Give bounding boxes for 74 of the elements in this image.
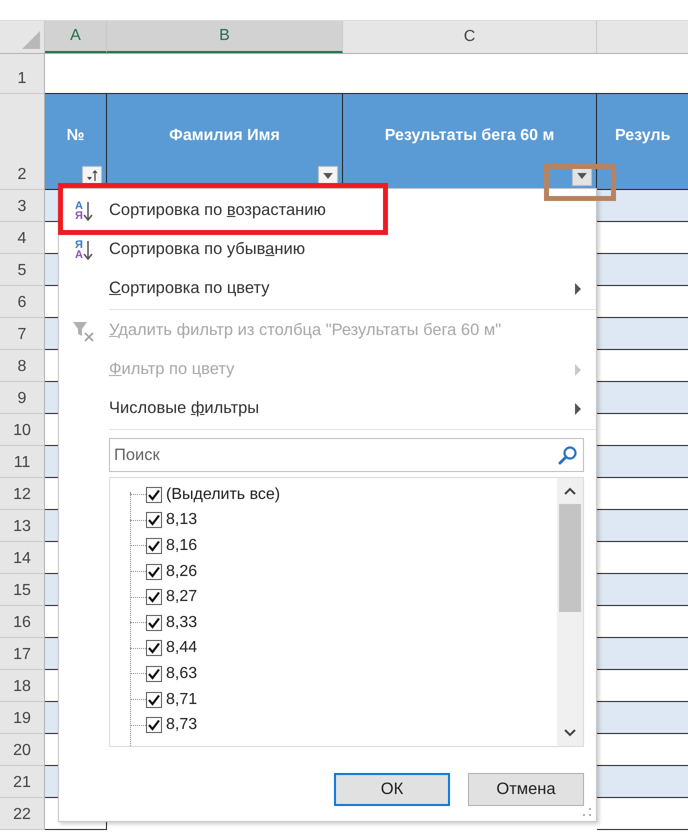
checkbox[interactable] — [146, 640, 162, 656]
value-label: 8,63 — [166, 664, 198, 683]
search-icon[interactable] — [558, 445, 578, 465]
menu-item-label: Сортировка по возрастанию — [109, 201, 327, 220]
header-text: Резуль — [615, 126, 670, 144]
row-number[interactable]: 15 — [0, 574, 45, 606]
row-number[interactable]: 22 — [0, 798, 45, 830]
scroll-down-icon[interactable] — [563, 728, 577, 738]
checkbox[interactable] — [146, 512, 162, 528]
checkbox[interactable] — [146, 717, 162, 734]
row-number[interactable]: 2 — [0, 94, 45, 190]
row-number[interactable]: 1 — [0, 54, 45, 94]
checkbox[interactable] — [146, 666, 162, 682]
menu-item-label: Фильтр по цвету — [109, 360, 236, 379]
sort-icon — [84, 168, 100, 184]
value-label: 8,73 — [166, 716, 198, 734]
menu-item-label: Сортировка по убыванию — [109, 240, 306, 259]
menu-item[interactable]: Сортировка по цвету — [59, 269, 596, 308]
column-header[interactable]: B — [107, 21, 343, 53]
value-label: 8,13 — [166, 511, 198, 530]
dialog-button[interactable]: ОК — [334, 773, 450, 806]
checkbox[interactable] — [146, 538, 162, 554]
caret-icon — [323, 173, 333, 179]
checkbox[interactable] — [146, 564, 162, 580]
row-number[interactable]: 4 — [0, 222, 45, 254]
column-header[interactable]: C — [343, 21, 597, 53]
menu-item-label: Числовые фильтры — [109, 399, 260, 418]
dialog-button[interactable]: Отмена — [468, 773, 584, 806]
row-number[interactable]: 12 — [0, 478, 45, 510]
row-number[interactable]: 11 — [0, 446, 45, 478]
checkbox[interactable] — [146, 486, 162, 503]
row-number[interactable]: 16 — [0, 606, 45, 638]
menu-item-label: Удалить фильтр из столбца "Результаты бега 60 м" — [109, 321, 502, 340]
submenu-arrow-icon — [574, 402, 582, 414]
resize-grip-icon[interactable] — [582, 807, 592, 817]
value-label: 8,27 — [166, 588, 198, 606]
column-header[interactable]: A — [45, 21, 107, 53]
row-number[interactable]: 18 — [0, 670, 45, 702]
row-number[interactable]: 21 — [0, 766, 45, 798]
header-text: Результаты бега 60 м — [384, 126, 554, 144]
header-text: № — [66, 126, 84, 144]
menu-item[interactable]: Я А Сортировка по убыванию — [59, 230, 596, 269]
scrollbar[interactable] — [557, 478, 583, 746]
value-label: (Выделить все) — [166, 486, 280, 504]
row-number[interactable]: 17 — [0, 638, 45, 670]
value-label: 8,33 — [166, 614, 198, 632]
scroll-up-icon[interactable] — [563, 486, 577, 496]
checkbox[interactable] — [146, 692, 162, 708]
menu-item[interactable]: А Я Сортировка по возрастанию — [59, 191, 596, 230]
row-number[interactable]: 3 — [0, 190, 45, 222]
row-number[interactable]: 7 — [0, 318, 45, 350]
checkbox[interactable] — [146, 614, 162, 631]
submenu-arrow-icon — [574, 282, 582, 294]
header-text: Фамилия Имя — [169, 126, 280, 144]
menu-item[interactable]: Числовые фильтры — [59, 389, 596, 428]
row-number[interactable]: 8 — [0, 350, 45, 382]
row-number[interactable]: 19 — [0, 702, 45, 734]
row-number[interactable]: 14 — [0, 542, 45, 574]
search-field[interactable]: Поиск — [109, 438, 584, 472]
row-number[interactable]: 20 — [0, 734, 45, 766]
row-number[interactable]: 6 — [0, 286, 45, 318]
row-number[interactable]: 5 — [0, 254, 45, 286]
value-label: 8,71 — [166, 690, 198, 709]
value-label: 8,16 — [166, 536, 198, 555]
checkbox[interactable] — [146, 589, 162, 606]
row-number[interactable]: 10 — [0, 414, 45, 446]
row-number[interactable]: 13 — [0, 510, 45, 542]
clear-filter-icon — [72, 320, 96, 342]
row-number[interactable]: 9 — [0, 382, 45, 414]
submenu-arrow-icon — [574, 364, 582, 376]
caret-icon — [577, 173, 587, 179]
menu-item-label: Сортировка по цвету — [109, 279, 270, 298]
value-label: 8,26 — [166, 562, 198, 581]
value-label: 8,44 — [166, 639, 198, 658]
